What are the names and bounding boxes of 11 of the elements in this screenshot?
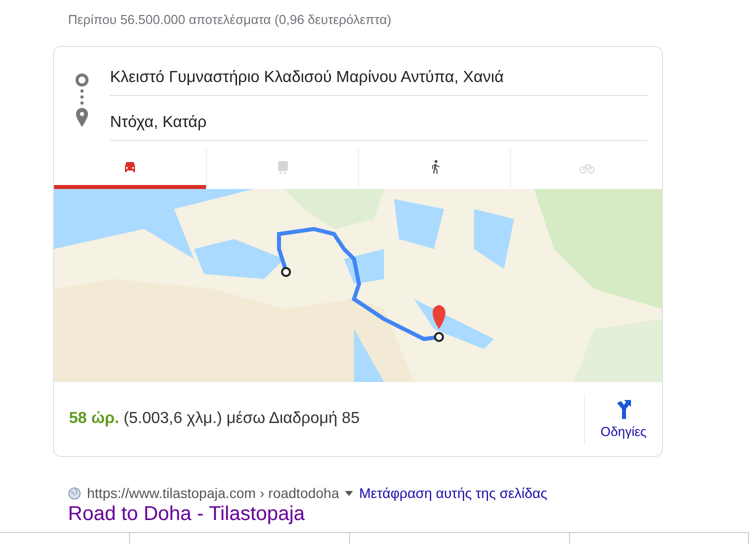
- directions-button[interactable]: Οδηγίες: [584, 394, 662, 444]
- origin-field[interactable]: Κλειστό Γυμναστήριο Κλαδισού Μαρίνου Αντύπα, Χανιά: [110, 57, 648, 96]
- result-url: https://www.tilastopaja.com › roadtodoha: [87, 485, 340, 501]
- destination-field[interactable]: Ντόχα, Κατάρ: [110, 102, 648, 141]
- route-summary: 58 ώρ. (5.003,6 χλμ.) μέσω Διαδρομή 85: [68, 410, 361, 428]
- translate-link[interactable]: Μετάφραση αυτής της σελίδας: [359, 485, 548, 501]
- result-title-link[interactable]: Road to Doha - Tilastopaja: [68, 503, 749, 526]
- origin-dots-icon: [75, 73, 89, 127]
- caret-icon[interactable]: [345, 490, 354, 496]
- result-stats: Περίπου 56.500.000 αποτελέσματα (0,96 δευτερόλεπτα): [67, 11, 392, 29]
- fork-arrow-icon: [614, 400, 632, 420]
